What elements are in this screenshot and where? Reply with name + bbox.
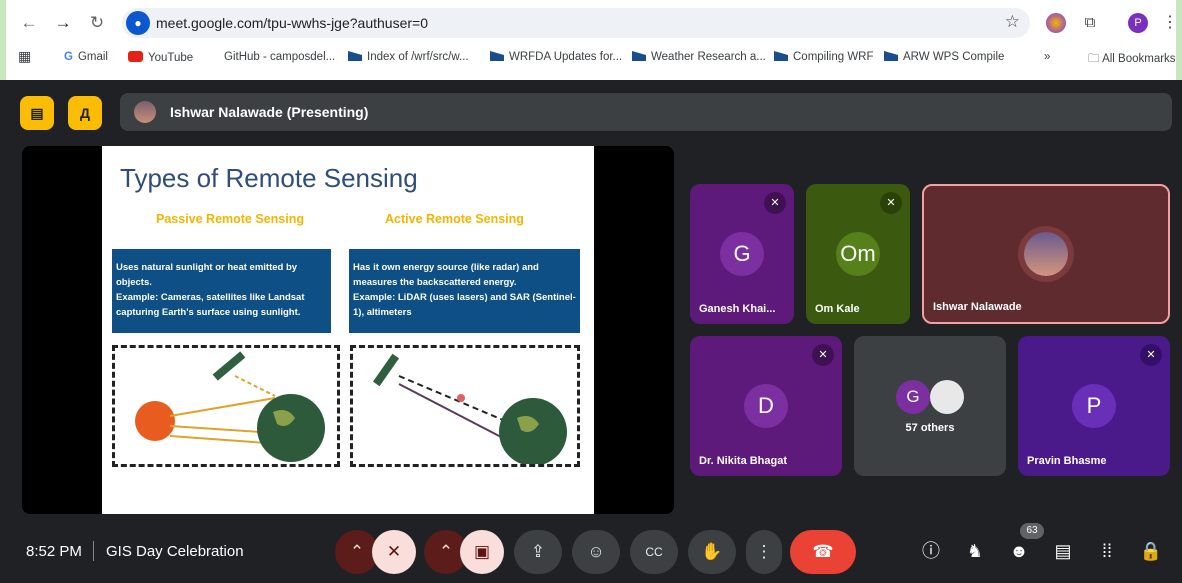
participant-name: Om Kale bbox=[815, 303, 860, 315]
slide-title: Types of Remote Sensing bbox=[120, 163, 418, 193]
bookmark-compiling-wrf[interactable]: Compiling WRF bbox=[774, 51, 874, 63]
hangup-icon[interactable]: ☎ bbox=[790, 530, 856, 574]
bookmark-github[interactable]: GitHub - camposdel... bbox=[224, 51, 335, 63]
passive-heading: Passive Remote Sensing bbox=[156, 212, 304, 226]
presenter-name: Ishwar Nalawade (Presenting) bbox=[170, 104, 369, 120]
shared-screen: Types of Remote Sensing Passive Remote S… bbox=[22, 146, 674, 514]
info-icon[interactable]: ⓘ bbox=[918, 538, 944, 564]
exit-fullscreen-icon[interactable]: Д bbox=[68, 96, 102, 130]
bookmark-arw-wps[interactable]: ARW WPS Compile bbox=[884, 51, 1004, 63]
participant-name: Pravin Bhasme bbox=[1027, 455, 1107, 467]
presenter-avatar bbox=[134, 101, 156, 123]
avatar: P bbox=[1072, 384, 1116, 428]
active-heading: Active Remote Sensing bbox=[385, 212, 524, 226]
participant-name: Ganesh Khai... bbox=[699, 303, 776, 315]
mic-off-icon[interactable]: ✕ bbox=[372, 530, 416, 574]
mic-off-icon: ✕ bbox=[764, 192, 786, 214]
toolbar: ← → ↻ ● meet.google.com/tpu-wwhs-jge?aut… bbox=[6, 0, 1182, 46]
folder-icon: 🗀 bbox=[1088, 53, 1103, 65]
people-count-badge: 63 bbox=[1020, 523, 1044, 539]
avatar bbox=[1024, 232, 1068, 276]
reload-icon[interactable]: ↻ bbox=[86, 12, 108, 34]
bookmark-youtube[interactable]: YouTube bbox=[128, 51, 193, 64]
back-icon[interactable]: ← bbox=[18, 12, 40, 34]
mic-icon[interactable]: ● bbox=[126, 11, 150, 35]
all-bookmarks[interactable]: 🗀 All Bookmarks bbox=[1088, 51, 1176, 70]
bookmark-wrf-index[interactable]: Index of /wrf/src/w... bbox=[348, 51, 469, 63]
meeting-name: GIS Day Celebration bbox=[106, 543, 244, 560]
apps-icon[interactable]: ▦ bbox=[18, 48, 31, 65]
meeting-time: 8:52 PM bbox=[26, 543, 82, 560]
participant-tile-speaking[interactable]: Ishwar Nalawade bbox=[922, 184, 1170, 324]
url-text: meet.google.com/tpu-wwhs-jge?authuser=0 bbox=[156, 15, 428, 31]
extension-icon[interactable] bbox=[1046, 13, 1066, 33]
lock-icon[interactable]: 🔒 bbox=[1138, 538, 1164, 564]
profile-avatar[interactable]: P bbox=[1128, 13, 1148, 33]
avatar: D bbox=[744, 384, 788, 428]
chat-icon[interactable]: ▤ bbox=[1050, 538, 1076, 564]
participant-tile[interactable]: ✕ D Dr. Nikita Bhagat bbox=[690, 336, 842, 476]
extensions-puzzle-icon[interactable]: ⧉ bbox=[1080, 13, 1100, 33]
more-icon[interactable]: ⋮ bbox=[746, 530, 782, 574]
forward-icon[interactable]: → bbox=[52, 12, 74, 34]
stop-presenting-icon[interactable]: ▤ bbox=[20, 96, 54, 130]
participant-tile[interactable]: ✕ P Pravin Bhasme bbox=[1018, 336, 1170, 476]
captions-icon[interactable]: CC bbox=[630, 530, 678, 574]
mic-off-icon: ✕ bbox=[880, 192, 902, 214]
mic-off-icon: ✕ bbox=[812, 344, 834, 366]
hand-icon[interactable]: ✋ bbox=[688, 530, 736, 574]
camera-off-icon[interactable]: ▣ bbox=[460, 530, 504, 574]
active-description: Has it own energy source (like radar) an… bbox=[349, 249, 580, 333]
avatar: G bbox=[896, 380, 930, 414]
mic-off-icon: ✕ bbox=[1140, 344, 1162, 366]
people-icon[interactable]: ☻ bbox=[1006, 538, 1032, 564]
participant-tile[interactable]: ✕ G Ganesh Khai... bbox=[690, 184, 794, 324]
kebab-icon[interactable]: ⋮ bbox=[1160, 13, 1180, 33]
participant-name: Dr. Nikita Bhagat bbox=[699, 455, 788, 467]
participant-name: Ishwar Nalawade bbox=[933, 301, 1022, 313]
emoji-icon[interactable]: ☺ bbox=[572, 530, 620, 574]
bookmark-weather-research[interactable]: Weather Research a... bbox=[632, 51, 766, 63]
activities-icon[interactable]: ⁞⁞ bbox=[1094, 538, 1120, 564]
avatar: G bbox=[720, 232, 764, 276]
more-bookmarks-button[interactable]: » bbox=[1044, 51, 1050, 63]
star-icon[interactable]: ☆ bbox=[1005, 12, 1020, 32]
browser-chrome: ← → ↻ ● meet.google.com/tpu-wwhs-jge?aut… bbox=[0, 0, 1182, 80]
others-count: 57 others bbox=[905, 422, 955, 434]
slide: Types of Remote Sensing Passive Remote S… bbox=[102, 146, 594, 514]
host-icon[interactable]: ♞ bbox=[962, 538, 988, 564]
avatar bbox=[930, 380, 964, 414]
presenter-bar: Ishwar Nalawade (Presenting) bbox=[120, 93, 1172, 131]
passive-illustration bbox=[112, 345, 340, 467]
bookmarks-bar: ▦ G Gmail YouTube GitHub - camposdel... I… bbox=[6, 46, 1182, 72]
others-tile[interactable]: G 57 others bbox=[854, 336, 1006, 476]
present-icon[interactable]: ⇪ bbox=[514, 530, 562, 574]
divider bbox=[93, 541, 94, 561]
address-bar[interactable]: ● meet.google.com/tpu-wwhs-jge?authuser=… bbox=[122, 8, 1030, 38]
avatar: Om bbox=[836, 232, 880, 276]
bookmark-gmail[interactable]: G Gmail bbox=[64, 51, 108, 63]
active-illustration bbox=[350, 345, 580, 467]
participant-tile[interactable]: ✕ Om Om Kale bbox=[806, 184, 910, 324]
bookmark-wrfda[interactable]: WRFDA Updates for... bbox=[490, 51, 622, 63]
passive-description: Uses natural sunlight or heat emitted by… bbox=[112, 249, 331, 333]
